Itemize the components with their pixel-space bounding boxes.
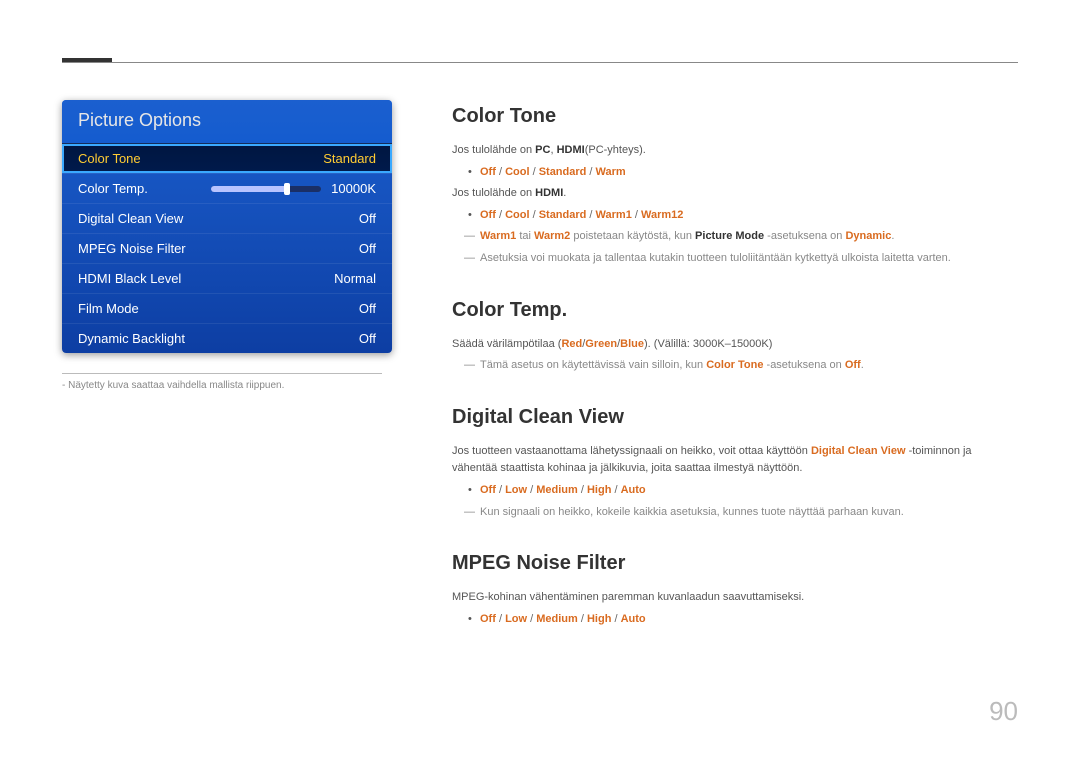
option-list: Off / Cool / Standard / Warm [452,164,1018,182]
osd-row-dynamic-backlight[interactable]: Dynamic Backlight Off [62,323,392,353]
osd-label: HDMI Black Level [78,271,334,286]
osd-value: Off [359,301,376,316]
osd-label: Film Mode [78,301,359,316]
osd-row-film-mode[interactable]: Film Mode Off [62,293,392,323]
paragraph: Jos tuotteen vastaanottama lähetyssignaa… [452,443,1018,478]
osd-menu: Picture Options Color Tone Standard Colo… [62,100,392,353]
osd-label: MPEG Noise Filter [78,241,359,256]
osd-row-mpeg-noise-filter[interactable]: MPEG Noise Filter Off [62,233,392,263]
osd-row-hdmi-black-level[interactable]: HDMI Black Level Normal [62,263,392,293]
heading-digital-clean-view: Digital Clean View [452,401,1018,433]
osd-row-digital-clean-view[interactable]: Digital Clean View Off [62,203,392,233]
paragraph: Säädä värilämpötilaa (Red/Green/Blue). (… [452,336,1018,354]
osd-label: Color Tone [78,151,323,166]
note: Kun signaali on heikko, kokeile kaikkia … [452,504,1018,522]
footnote: - Näytetty kuva saattaa vaihdella mallis… [62,380,392,391]
option-list: Off / Cool / Standard / Warm1 / Warm12 [452,207,1018,225]
note: Warm1 tai Warm2 poistetaan käytöstä, kun… [452,228,1018,246]
paragraph: Jos tulolähde on HDMI. [452,185,1018,203]
osd-value: Off [359,211,376,226]
osd-value: Standard [323,151,376,166]
osd-value: Off [359,241,376,256]
slider-icon[interactable] [211,186,321,192]
content: Color Tone Jos tulolähde on PC, HDMI(PC-… [452,100,1018,703]
header-accent [62,58,112,62]
osd-label: Dynamic Backlight [78,331,359,346]
osd-value: Off [359,331,376,346]
option-list: Off / Low / Medium / High / Auto [452,482,1018,500]
header-rule [62,62,1018,63]
paragraph: MPEG-kohinan vähentäminen paremman kuvan… [452,589,1018,607]
osd-row-color-temp[interactable]: Color Temp. 10000K [62,173,392,203]
osd-value: Normal [334,271,376,286]
heading-color-temp: Color Temp. [452,294,1018,326]
heading-mpeg-noise-filter: MPEG Noise Filter [452,547,1018,579]
heading-color-tone: Color Tone [452,100,1018,132]
paragraph: Jos tulolähde on PC, HDMI(PC-yhteys). [452,142,1018,160]
footnote-rule [62,373,382,374]
note: Tämä asetus on käytettävissä vain silloi… [452,357,1018,375]
page-number: 90 [989,696,1018,727]
option-list: Off / Low / Medium / High / Auto [452,611,1018,629]
osd-title: Picture Options [62,100,392,143]
osd-label: Color Temp. [78,181,211,196]
osd-row-color-tone[interactable]: Color Tone Standard [62,143,392,173]
osd-value: 10000K [331,181,376,196]
note: Asetuksia voi muokata ja tallentaa kutak… [452,250,1018,268]
osd-label: Digital Clean View [78,211,359,226]
